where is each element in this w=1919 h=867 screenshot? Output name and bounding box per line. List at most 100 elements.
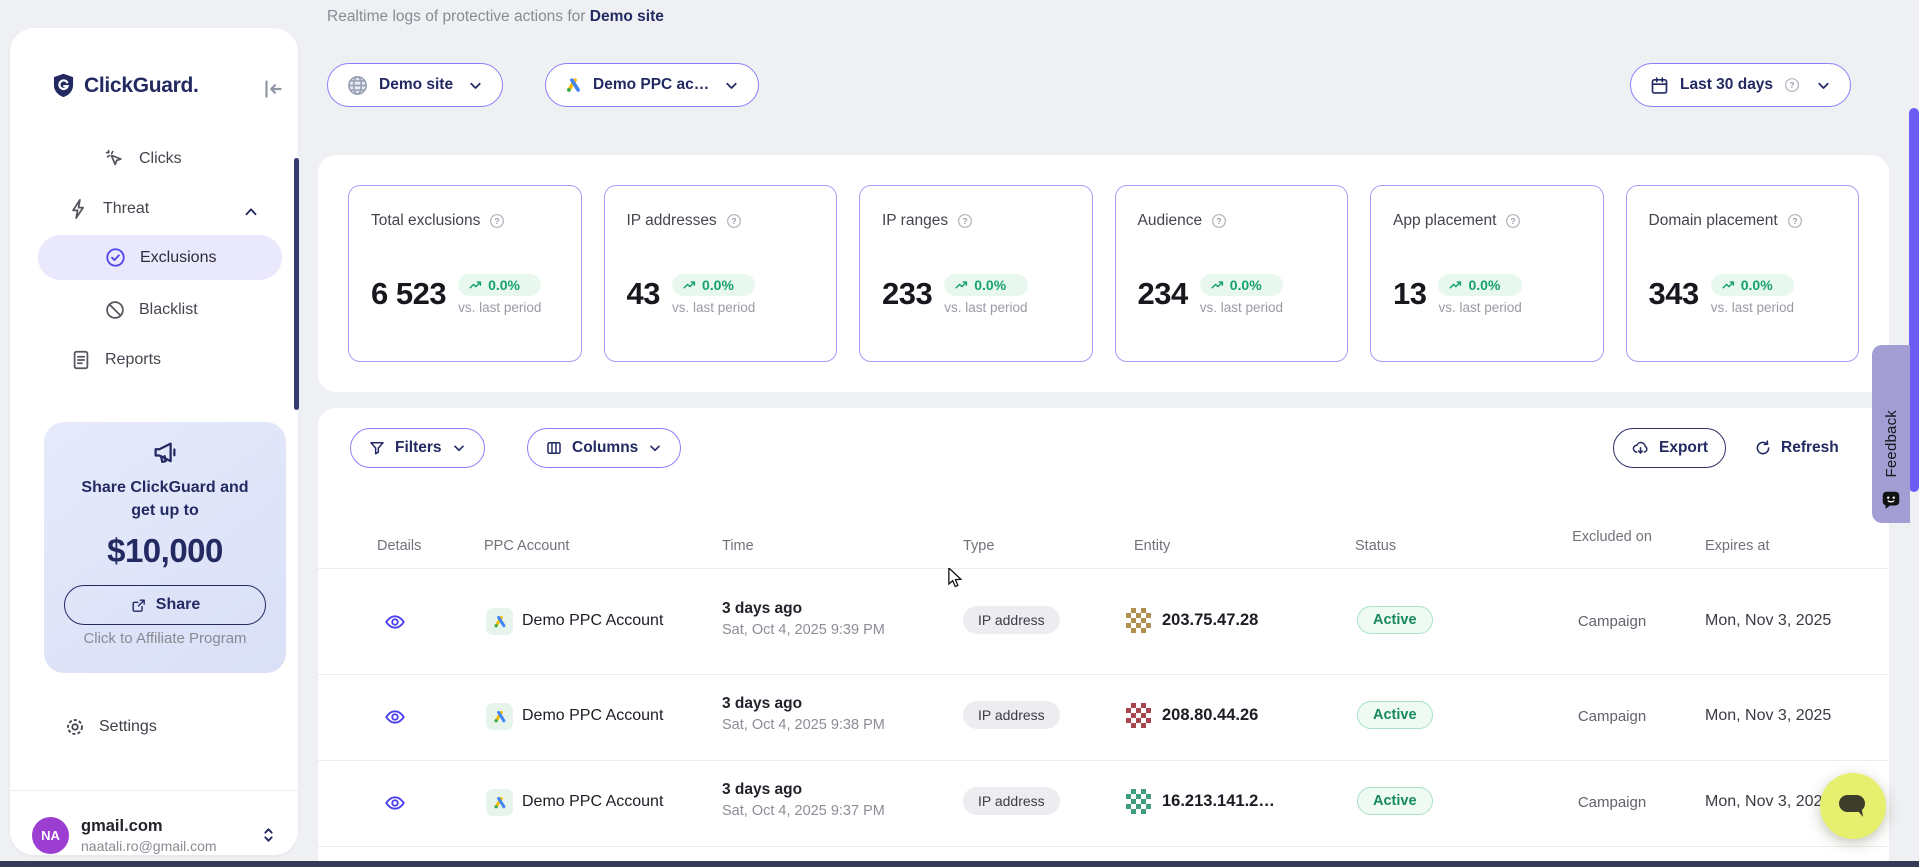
time-absolute: Sat, Oct 4, 2025 9:38 PM	[722, 717, 885, 733]
sidebar-item-blacklist[interactable]: Blacklist	[104, 299, 198, 321]
sidebar-item-settings[interactable]: Settings	[64, 716, 157, 738]
export-label: Export	[1659, 439, 1708, 457]
sidebar-item-clicks[interactable]: Clicks	[104, 148, 182, 170]
help-circle-icon[interactable]: ?	[1210, 212, 1228, 230]
trend-badge: 0.0%	[1200, 274, 1283, 296]
svg-text:?: ?	[495, 217, 500, 226]
page-subtitle: Realtime logs of protective actions for …	[327, 8, 664, 26]
status-badge: Active	[1357, 606, 1433, 634]
sidebar-divider	[10, 790, 298, 791]
help-circle-icon[interactable]: ?	[1504, 212, 1522, 230]
table-row[interactable]: Demo PPC Account 3 days ago Sat, Oct 4, …	[318, 674, 1889, 760]
share-button-label: Share	[156, 596, 200, 614]
feedback-tab[interactable]: Feedback	[1872, 345, 1910, 523]
filters-label: Filters	[395, 439, 442, 457]
time-relative: 3 days ago	[722, 600, 885, 618]
chevron-down-icon	[723, 77, 740, 94]
stat-caption: vs. last period	[1711, 300, 1794, 315]
filters-button[interactable]: Filters	[350, 428, 485, 468]
help-circle-icon[interactable]: ?	[956, 212, 974, 230]
stat-value: 13	[1393, 274, 1426, 314]
promo-text-line2: get up to	[44, 499, 286, 522]
details-eye-icon[interactable]	[384, 706, 406, 728]
help-circle-icon[interactable]: ?	[488, 212, 506, 230]
stats-panel: Total exclusions? 6 523 0.0% vs. last pe…	[318, 155, 1889, 392]
chat-launcher-button[interactable]	[1820, 773, 1886, 839]
sidebar-item-exclusions[interactable]: Exclusions	[104, 246, 216, 269]
trend-up-icon	[1448, 278, 1463, 293]
trend-up-icon	[1210, 278, 1225, 293]
stat-caption: vs. last period	[672, 300, 755, 315]
site-selector-value: Demo site	[379, 76, 453, 94]
details-eye-icon[interactable]	[384, 792, 406, 814]
trend-badge: 0.0%	[1711, 274, 1794, 296]
details-eye-icon[interactable]	[384, 611, 406, 633]
ppc-account-dropdown[interactable]: Demo PPC ac…	[545, 63, 759, 107]
time-cell: 3 days ago Sat, Oct 4, 2025 9:38 PM	[722, 695, 885, 733]
megaphone-icon	[44, 422, 286, 468]
trend-up-icon	[682, 278, 697, 293]
clickguard-shield-icon	[50, 72, 77, 99]
export-button[interactable]: Export	[1613, 428, 1726, 468]
chevron-down-icon	[1815, 77, 1832, 94]
columns-label: Columns	[572, 439, 638, 457]
excluded-on-cell: Campaign	[1552, 708, 1672, 725]
table-row[interactable]: Demo PPC Account 3 days ago Sat, Oct 4, …	[318, 760, 1889, 846]
cloud-download-icon	[1631, 439, 1650, 458]
svg-text:?: ?	[963, 217, 968, 226]
account-switcher[interactable]: NA gmail.com naatali.ro@gmail.com	[32, 806, 278, 864]
trend-up-icon	[468, 278, 483, 293]
help-circle-icon[interactable]: ?	[1783, 76, 1801, 94]
time-absolute: Sat, Oct 4, 2025 9:39 PM	[722, 622, 885, 638]
sidebar-item-label: Clicks	[139, 150, 182, 168]
avatar: NA	[32, 817, 69, 854]
affiliate-caption[interactable]: Click to Affiliate Program	[44, 630, 286, 647]
share-button[interactable]: Share	[64, 585, 266, 625]
sidebar-item-threat[interactable]: Threat	[68, 198, 149, 220]
refresh-label: Refresh	[1781, 439, 1839, 457]
column-header-excluded-on: Excluded on	[1552, 528, 1672, 547]
sidebar-item-label: Settings	[99, 718, 157, 736]
globe-icon	[346, 74, 369, 97]
columns-button[interactable]: Columns	[527, 428, 681, 468]
sidebar-item-reports[interactable]: Reports	[70, 349, 161, 371]
expires-at-cell: Mon, Nov 3, 2025	[1705, 612, 1831, 630]
table-row[interactable]: Demo PPC Account 3 days ago Sat, Oct 4, …	[318, 568, 1889, 674]
chat-bubble-icon	[1838, 793, 1868, 819]
trend-up-icon	[1721, 278, 1736, 293]
date-range-dropdown[interactable]: Last 30 days ?	[1630, 63, 1851, 107]
help-circle-icon[interactable]: ?	[1786, 212, 1804, 230]
chevron-up-down-icon	[259, 824, 278, 846]
chevron-down-icon	[467, 77, 484, 94]
ppc-account-value: Demo PPC ac…	[593, 76, 709, 94]
stat-value: 234	[1138, 274, 1188, 314]
sidebar-collapse-icon[interactable]	[260, 76, 286, 102]
entity-cell: 208.80.44.26	[1126, 703, 1258, 728]
column-header-details: Details	[377, 538, 421, 554]
stat-label: App placement	[1393, 212, 1496, 230]
sidebar-scrollbar[interactable]	[294, 158, 299, 410]
time-relative: 3 days ago	[722, 695, 885, 713]
help-circle-icon[interactable]: ?	[725, 212, 743, 230]
site-selector-dropdown[interactable]: Demo site	[327, 63, 503, 107]
trend-badge: 0.0%	[1438, 274, 1521, 296]
svg-text:?: ?	[1790, 81, 1795, 90]
svg-text:?: ?	[1217, 217, 1222, 226]
chevron-up-icon[interactable]	[242, 203, 260, 221]
stat-caption: vs. last period	[458, 300, 541, 315]
column-header-time: Time	[722, 538, 754, 554]
column-header-type: Type	[963, 538, 994, 554]
stat-value: 6 523	[371, 274, 446, 314]
stat-card-total-exclusions: Total exclusions? 6 523 0.0% vs. last pe…	[348, 185, 582, 362]
refresh-button[interactable]: Refresh	[1746, 428, 1847, 468]
trend-up-icon	[954, 278, 969, 293]
excluded-on-cell: Campaign	[1552, 794, 1672, 811]
columns-icon	[545, 439, 563, 457]
entity-identicon	[1126, 703, 1151, 728]
feedback-smiley-icon	[1880, 489, 1902, 511]
window-bottom-edge	[0, 861, 1919, 867]
trend-badge: 0.0%	[944, 274, 1027, 296]
page-scrollbar-thumb[interactable]	[1909, 108, 1919, 492]
ppc-account-cell: Demo PPC Account	[522, 793, 663, 811]
cursor-click-icon	[104, 148, 126, 170]
